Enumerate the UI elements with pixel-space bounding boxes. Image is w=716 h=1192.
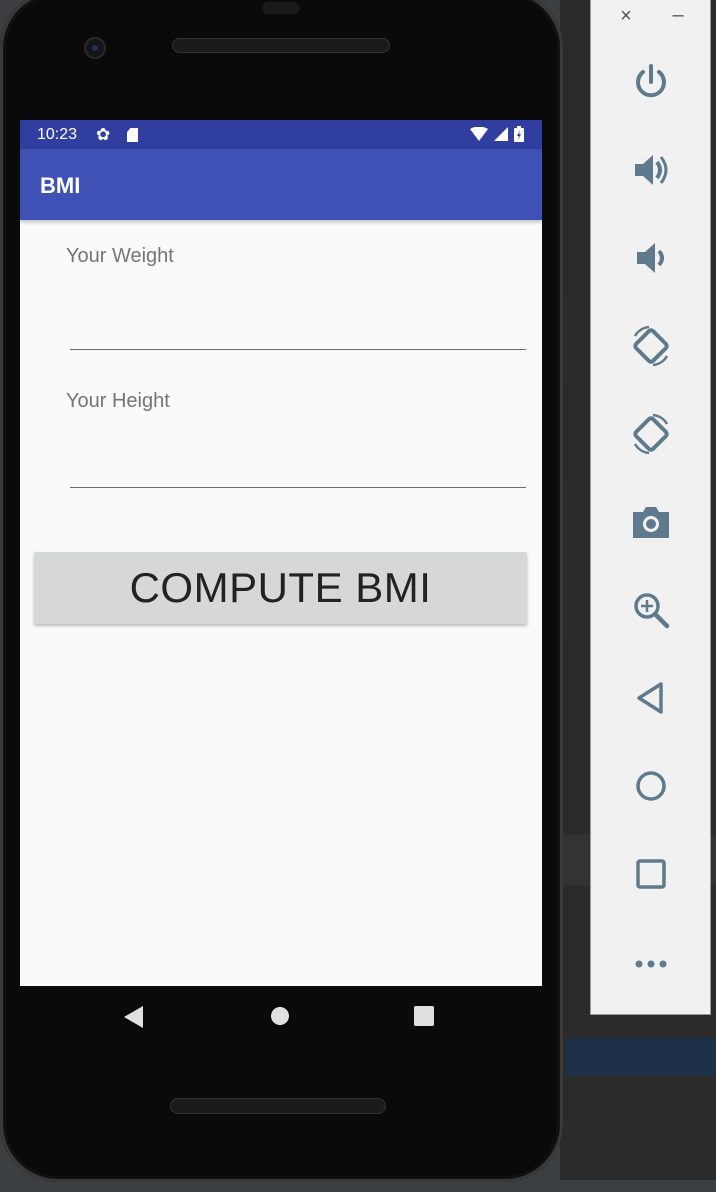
height-label: Your Height: [66, 390, 170, 412]
front-camera: [84, 37, 106, 59]
zoom-icon: [634, 593, 670, 629]
gear-icon: ✿: [96, 125, 111, 144]
overview-icon: [636, 859, 666, 889]
ide-selected-strip: [566, 1038, 716, 1076]
phone-volume-button[interactable]: [563, 480, 571, 640]
back-triangle-icon[interactable]: [124, 1006, 143, 1028]
volume-down-icon: [637, 243, 664, 273]
app-bar: BMI: [20, 149, 542, 220]
zoom-button[interactable]: [627, 586, 675, 634]
power-button[interactable]: [627, 58, 675, 106]
rotate-right-button[interactable]: [627, 410, 675, 458]
close-button[interactable]: ×: [615, 4, 637, 28]
home-circle-icon[interactable]: [271, 1007, 289, 1025]
rotate-left-icon: [633, 325, 669, 367]
overview-button[interactable]: [627, 850, 675, 898]
home-button[interactable]: [627, 762, 675, 810]
back-icon: [637, 682, 663, 714]
screenshot-button[interactable]: [627, 498, 675, 546]
compute-bmi-button[interactable]: COMPUTE BMI: [34, 552, 527, 624]
earpiece-speaker: [172, 38, 390, 53]
more-icon: [635, 960, 667, 968]
phone-top-notch: [262, 2, 300, 14]
height-input[interactable]: [70, 487, 526, 488]
volume-up-button[interactable]: [627, 146, 675, 194]
toolbar-window-controls: × –: [591, 4, 710, 28]
volume-down-button[interactable]: [627, 234, 675, 282]
camera-icon: [633, 507, 669, 538]
back-button[interactable]: [627, 674, 675, 722]
power-icon: [636, 64, 666, 98]
home-icon: [636, 771, 666, 801]
app-title: BMI: [40, 173, 81, 198]
minimize-button[interactable]: –: [667, 4, 689, 26]
status-time: 10:23: [37, 126, 78, 143]
more-button[interactable]: [627, 938, 675, 986]
rotate-right-icon: [633, 413, 669, 455]
status-icons-right: [470, 126, 524, 142]
bottom-speaker: [170, 1098, 386, 1114]
emulator-toolbar: × –: [590, 0, 711, 1015]
rotate-left-button[interactable]: [627, 322, 675, 370]
volume-up-icon: [635, 155, 668, 185]
phone-power-button[interactable]: [563, 298, 571, 380]
cell-signal-icon: [494, 127, 508, 141]
device-screen: 10:23 ✿ BMI Your Weight Your Height COMP…: [20, 120, 542, 986]
status-bar: 10:23 ✿: [20, 120, 542, 149]
sd-card-icon: [127, 128, 138, 142]
weight-input[interactable]: [70, 349, 526, 350]
battery-charging-icon: [514, 126, 524, 142]
recents-square-icon[interactable]: [414, 1006, 434, 1026]
wifi-icon: [470, 127, 488, 141]
weight-label: Your Weight: [66, 245, 174, 267]
